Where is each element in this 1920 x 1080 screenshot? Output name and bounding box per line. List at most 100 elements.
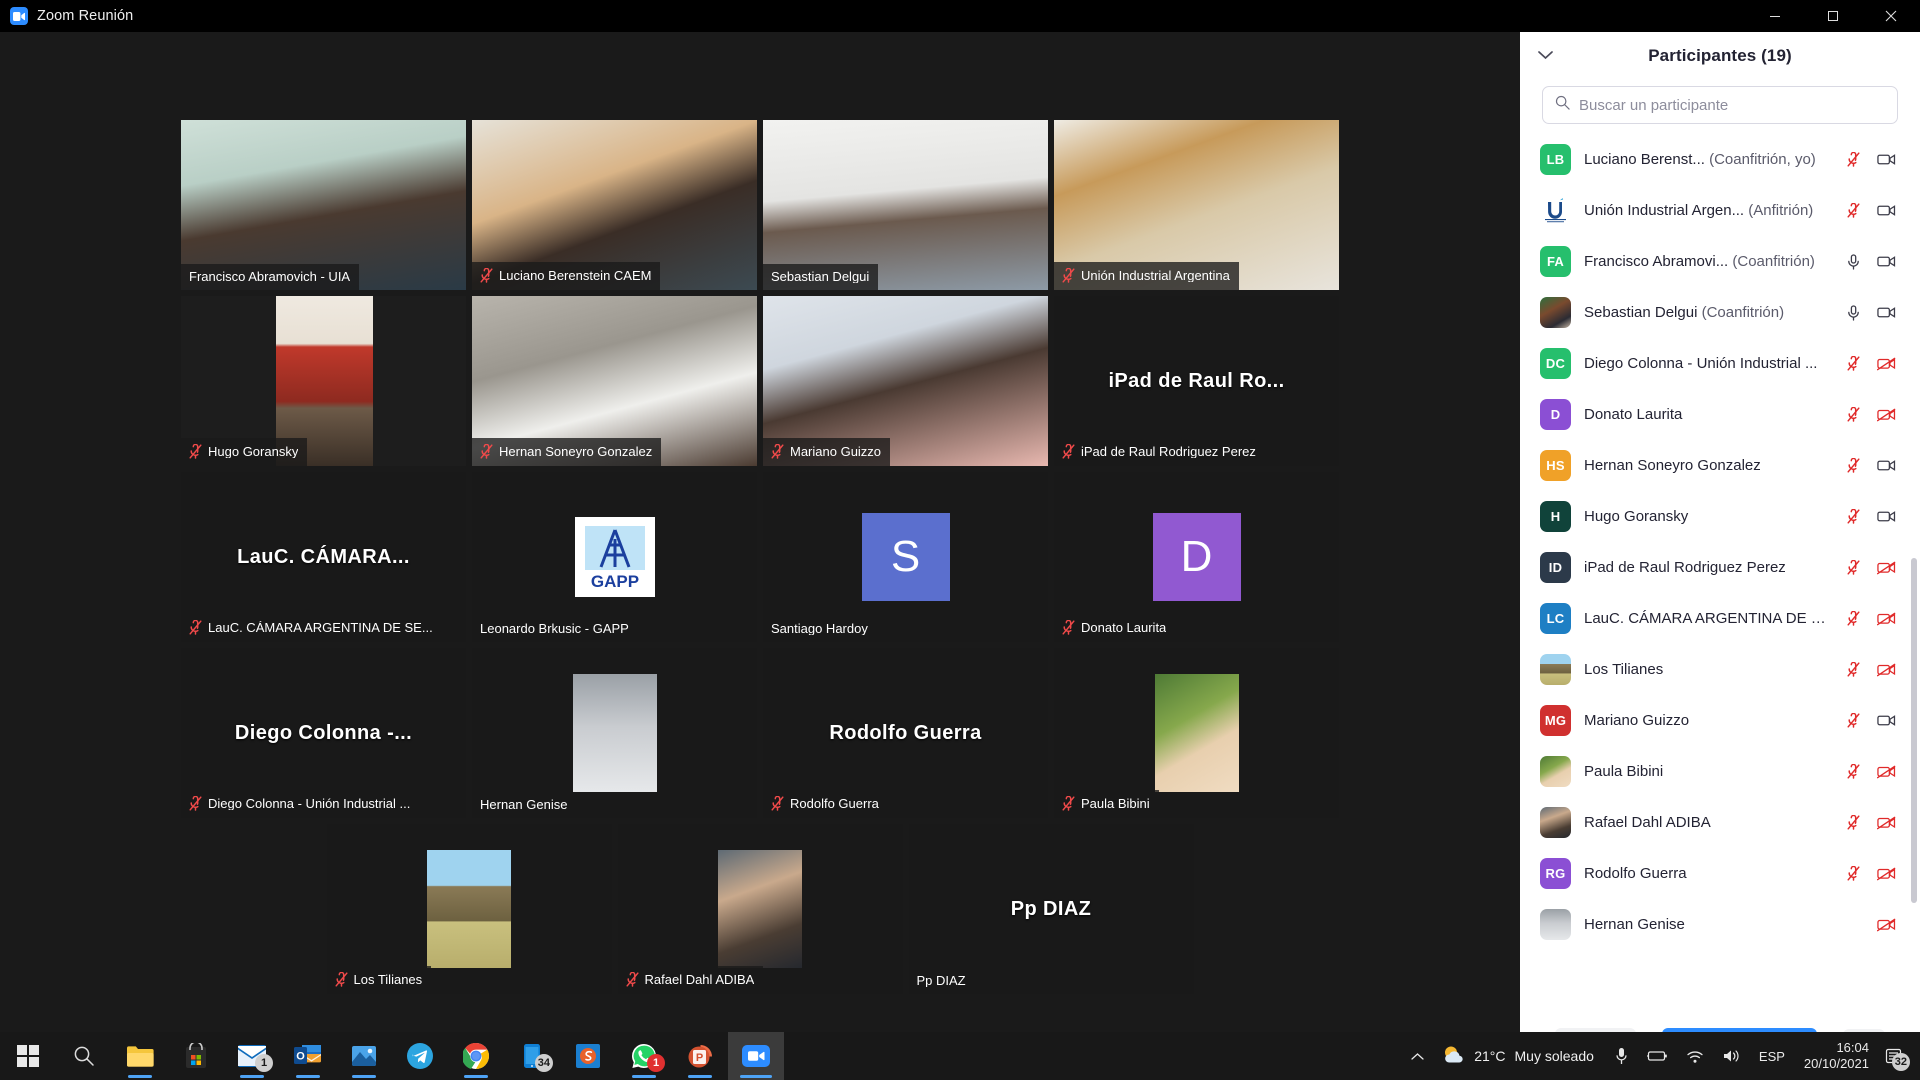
video-tile[interactable]: Los Tilianes — [326, 824, 612, 994]
mic-muted-icon[interactable] — [1844, 814, 1863, 831]
mic-muted-icon[interactable] — [1844, 457, 1863, 474]
video-off-icon[interactable] — [1877, 763, 1896, 780]
participant-row[interactable]: DC Diego Colonna - Unión Industrial ... — [1520, 338, 1920, 389]
participant-status-icons — [1840, 610, 1896, 627]
microphone-icon[interactable] — [1606, 1032, 1637, 1080]
video-tile[interactable]: LauC. CÁMARA... LauC. CÁMARA ARGENTINA DE… — [181, 472, 466, 642]
video-tile[interactable]: Rafael Dahl ADIBA — [617, 824, 903, 994]
video-tile[interactable]: GAPP Leonardo Brkusic - GAPP — [472, 472, 757, 642]
battery-icon[interactable] — [1637, 1032, 1677, 1080]
video-tile[interactable]: Hugo Goransky — [181, 296, 466, 466]
taskbar-outlook[interactable]: O — [280, 1032, 336, 1080]
video-on-icon[interactable] — [1877, 712, 1896, 729]
taskbar-zoom[interactable] — [728, 1032, 784, 1080]
video-tile[interactable]: Hernan Soneyro Gonzalez — [472, 296, 757, 466]
video-tile[interactable]: iPad de Raul Ro... iPad de Raul Rodriguez… — [1054, 296, 1339, 466]
taskbar-mail[interactable]: 1 — [224, 1032, 280, 1080]
tile-name-badge: Rafael Dahl ADIBA — [617, 966, 764, 994]
video-off-icon[interactable] — [1877, 814, 1896, 831]
participant-row[interactable]: Paula Bibini — [1520, 746, 1920, 797]
tray-chevron-up-icon[interactable] — [1402, 1032, 1433, 1080]
participant-row[interactable]: FA Francisco Abramovi... (Coanfitrión) — [1520, 236, 1920, 287]
video-on-icon[interactable] — [1877, 151, 1896, 168]
speaker-icon[interactable] — [1713, 1032, 1750, 1080]
close-icon[interactable] — [1862, 0, 1920, 32]
video-off-icon[interactable] — [1877, 355, 1896, 372]
participant-row[interactable]: Los Tilianes — [1520, 644, 1920, 695]
video-tile[interactable]: Sebastian Delgui — [763, 120, 1048, 290]
video-off-icon[interactable] — [1877, 406, 1896, 423]
video-off-icon[interactable] — [1877, 865, 1896, 882]
taskbar-your-phone[interactable]: 34 — [504, 1032, 560, 1080]
mic-none[interactable] — [1844, 916, 1863, 933]
participant-row[interactable]: D Donato Laurita — [1520, 389, 1920, 440]
taskbar-search[interactable] — [56, 1032, 112, 1080]
video-tile[interactable]: D Donato Laurita — [1054, 472, 1339, 642]
video-tile[interactable]: Pp DIAZ Pp DIAZ — [908, 824, 1194, 994]
taskbar-microsoft-store[interactable] — [168, 1032, 224, 1080]
participant-row[interactable]: H Hugo Goransky — [1520, 491, 1920, 542]
action-center-icon[interactable]: 32 — [1879, 1032, 1914, 1080]
participant-row[interactable]: Hernan Genise — [1520, 899, 1920, 950]
language-indicator[interactable]: ESP — [1750, 1032, 1794, 1080]
wifi-icon[interactable] — [1677, 1032, 1713, 1080]
participant-row[interactable]: Unión Industrial Argen... (Anfitrión) — [1520, 185, 1920, 236]
video-tile[interactable]: Hernan Genise — [472, 648, 757, 818]
video-tile[interactable]: Mariano Guizzo — [763, 296, 1048, 466]
video-on-icon[interactable] — [1877, 253, 1896, 270]
video-off-icon[interactable] — [1877, 661, 1896, 678]
video-on-icon[interactable] — [1877, 304, 1896, 321]
video-on-icon[interactable] — [1877, 202, 1896, 219]
video-tile[interactable]: Rodolfo Guerra Rodolfo Guerra — [763, 648, 1048, 818]
minimize-icon[interactable] — [1746, 0, 1804, 32]
participant-row[interactable]: LC LauC. CÁMARA ARGENTINA DE S... — [1520, 593, 1920, 644]
video-tile[interactable]: Luciano Berenstein CAEM — [472, 120, 757, 290]
participants-scrollbar[interactable] — [1911, 558, 1917, 903]
mic-muted-icon[interactable] — [1844, 763, 1863, 780]
taskbar-powerpoint[interactable]: P — [672, 1032, 728, 1080]
taskbar-file-explorer[interactable] — [112, 1032, 168, 1080]
search-input[interactable] — [1579, 96, 1885, 114]
mic-muted-icon[interactable] — [1844, 151, 1863, 168]
video-tile[interactable]: Francisco Abramovich - UIA — [181, 120, 466, 290]
video-on-icon[interactable] — [1877, 457, 1896, 474]
video-off-icon[interactable] — [1877, 559, 1896, 576]
video-off-icon[interactable] — [1877, 916, 1896, 933]
taskbar-telegram[interactable] — [392, 1032, 448, 1080]
participant-row[interactable]: MG Mariano Guizzo — [1520, 695, 1920, 746]
video-tile[interactable]: Paula Bibini — [1054, 648, 1339, 818]
video-tile[interactable]: Diego Colonna -... Diego Colonna - Unión … — [181, 648, 466, 818]
participant-row[interactable]: LB Luciano Berenst... (Coanfitrión, yo) — [1520, 134, 1920, 185]
mic-muted-icon[interactable] — [1844, 508, 1863, 525]
participant-row[interactable]: Rafael Dahl ADIBA — [1520, 797, 1920, 848]
video-tile[interactable]: Unión Industrial Argentina — [1054, 120, 1339, 290]
mic-muted-icon[interactable] — [1844, 202, 1863, 219]
participant-row[interactable]: Sebastian Delgui (Coanfitrión) — [1520, 287, 1920, 338]
taskbar-whatsapp[interactable]: 1 — [616, 1032, 672, 1080]
mic-muted-icon[interactable] — [1844, 712, 1863, 729]
video-on-icon[interactable] — [1877, 508, 1896, 525]
participant-row[interactable]: RG Rodolfo Guerra — [1520, 848, 1920, 899]
mic-muted-icon[interactable] — [1844, 559, 1863, 576]
taskbar-windows-start[interactable] — [0, 1032, 56, 1080]
mic-on-icon[interactable] — [1844, 304, 1863, 321]
mic-muted-icon[interactable] — [1844, 661, 1863, 678]
maximize-icon[interactable] — [1804, 0, 1862, 32]
clock[interactable]: 16:04 20/10/2021 — [1794, 1032, 1879, 1080]
participant-row[interactable]: ID iPad de Raul Rodriguez Perez — [1520, 542, 1920, 593]
mic-muted-icon[interactable] — [1844, 406, 1863, 423]
chevron-down-icon[interactable] — [1538, 47, 1553, 65]
mic-muted-icon[interactable] — [1844, 610, 1863, 627]
mic-muted-icon[interactable] — [1844, 865, 1863, 882]
mic-on-icon[interactable] — [1844, 253, 1863, 270]
participants-list[interactable]: LB Luciano Berenst... (Coanfitrión, yo) Un… — [1520, 134, 1920, 1010]
taskbar-photos[interactable] — [336, 1032, 392, 1080]
search-box[interactable] — [1542, 86, 1898, 124]
video-off-icon[interactable] — [1877, 610, 1896, 627]
taskbar-sketchup[interactable] — [560, 1032, 616, 1080]
video-tile[interactable]: S Santiago Hardoy — [763, 472, 1048, 642]
weather-widget[interactable]: 21°C Muy soleado — [1433, 1032, 1606, 1080]
participant-row[interactable]: HS Hernan Soneyro Gonzalez — [1520, 440, 1920, 491]
taskbar-chrome[interactable] — [448, 1032, 504, 1080]
mic-muted-icon[interactable] — [1844, 355, 1863, 372]
